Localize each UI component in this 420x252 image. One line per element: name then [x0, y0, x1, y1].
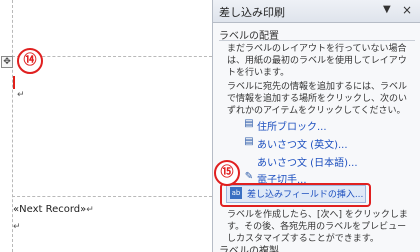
instruction-text-2: ラベルに宛先の情報を追加するには、ラベルで情報を追加する場所をクリックし、次のい… [227, 82, 408, 116]
task-pane-title: 差し込み印刷 [219, 6, 285, 19]
document-area[interactable]: ✥ ⑭ ↵ «Next Record»↵ ↵ [0, 0, 212, 252]
task-pane-menu-icon[interactable]: ▼ [383, 4, 391, 15]
label-separator [12, 196, 212, 197]
greeting-line-en-link[interactable]: あいさつ文 (英文)... [257, 136, 348, 151]
step-15-badge: ⑮ [214, 160, 240, 186]
instruction-text-1: まだラベルのレイアウトを行っていない場合は、用紙の最初のラベルを使用してレイアウ… [227, 44, 407, 78]
paragraph-mark: ↵ [13, 222, 21, 232]
table-move-handle[interactable]: ✥ [1, 56, 13, 68]
task-pane-header: 差し込み印刷 ▼ × [213, 0, 420, 23]
step-14-badge: ⑭ [17, 48, 43, 74]
next-record-field[interactable]: «Next Record»↵ [13, 204, 94, 215]
postage-icon: ✎ [244, 171, 254, 182]
address-block-link[interactable]: 住所ブロック... [257, 118, 327, 133]
mail-merge-task-pane: 差し込み印刷 ▼ × ラベルの配置 まだラベルのレイアウトを行っていない場合は、… [212, 0, 420, 252]
paragraph-mark: ↵ [86, 205, 94, 215]
next-record-label: «Next Record» [13, 204, 87, 215]
instruction-text-3: ラベルを作成したら、[次へ] をクリックします。その後、各宛先用のラベルをプレビ… [227, 210, 408, 244]
section-label-replicate: ラベルの複製 [219, 246, 279, 252]
greeting-line-icon: ▤ [244, 136, 254, 147]
annotation-highlight-box [220, 183, 371, 207]
insertion-cursor [13, 76, 15, 89]
paragraph-mark: ↵ [17, 90, 25, 100]
address-block-icon: ▤ [244, 118, 254, 129]
close-icon[interactable]: × [402, 3, 412, 17]
section-divider [219, 40, 415, 41]
greeting-line-jp-link[interactable]: あいさつ文 (日本語)... [257, 154, 358, 169]
